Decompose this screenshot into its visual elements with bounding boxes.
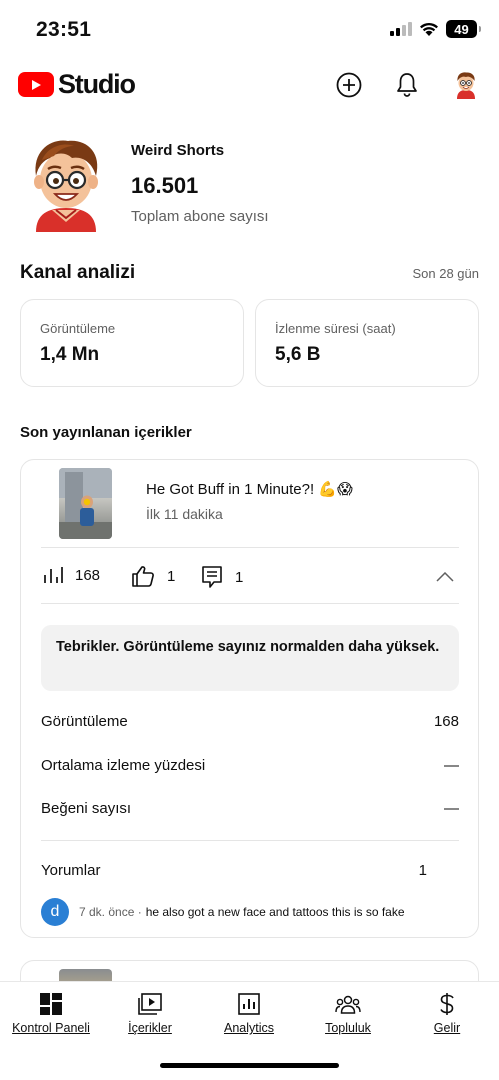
nav-label: Topluluk bbox=[325, 1021, 371, 1035]
analytics-period: Son 28 gün bbox=[412, 265, 479, 281]
likes-count: 1 bbox=[167, 567, 176, 585]
latest-comment[interactable]: d 7 dk. önce · he also got a new face an… bbox=[41, 898, 405, 926]
notifications-button[interactable] bbox=[393, 71, 421, 99]
status-icons: 49 bbox=[390, 20, 481, 38]
youtube-studio-logo[interactable]: Studio bbox=[18, 69, 136, 100]
comments-stat: 1 bbox=[201, 565, 243, 589]
bar-chart-icon bbox=[44, 567, 63, 583]
status-bar: 23:51 49 bbox=[0, 0, 499, 60]
analytics-icon bbox=[236, 992, 262, 1016]
subscriber-count: 16.501 bbox=[131, 173, 199, 198]
dashboard-icon bbox=[38, 992, 64, 1016]
recent-content-title: Son yayınlanan içerikler bbox=[20, 424, 192, 441]
add-circle-icon bbox=[336, 72, 362, 98]
thumbnail-image bbox=[59, 468, 112, 539]
youtube-play-icon bbox=[18, 72, 54, 97]
nav-item-content[interactable]: İçerikler bbox=[100, 982, 200, 1042]
divider bbox=[41, 547, 459, 548]
detail-value: — bbox=[444, 800, 459, 817]
channel-summary: Weird Shorts 16.501 Toplam abone sayısı bbox=[22, 136, 482, 232]
comments-row-count: 1 bbox=[418, 862, 427, 879]
cartoon-avatar-icon bbox=[457, 72, 475, 99]
detail-label: Görüntüleme bbox=[41, 713, 128, 730]
performance-notice: Tebrikler. Görüntüleme sayınız normalden… bbox=[41, 625, 459, 691]
metric-card-views[interactable]: Görüntüleme 1,4 Mn bbox=[20, 299, 244, 387]
detail-label: Ortalama izleme yüzdesi bbox=[41, 757, 206, 774]
dollar-icon bbox=[434, 992, 460, 1016]
nav-item-earn[interactable]: Gelir bbox=[397, 982, 497, 1042]
content-icon bbox=[137, 992, 163, 1016]
comment-text: he also got a new face and tattoos this … bbox=[145, 905, 405, 919]
community-icon bbox=[335, 992, 361, 1016]
thumbs-up-icon bbox=[132, 566, 154, 587]
video-thumbnail[interactable] bbox=[59, 468, 112, 539]
battery-level: 49 bbox=[454, 21, 469, 37]
detail-value: — bbox=[444, 757, 459, 774]
comment-icon bbox=[202, 566, 222, 588]
nav-label: İçerikler bbox=[128, 1021, 172, 1035]
cellular-signal-icon bbox=[390, 22, 412, 36]
create-button[interactable] bbox=[335, 71, 363, 99]
detail-label: Beğeni sayısı bbox=[41, 800, 132, 817]
metric-card-watch-time[interactable]: İzlenme süresi (saat) 5,6 B bbox=[255, 299, 479, 387]
comments-row[interactable]: Yorumlar 1 bbox=[41, 862, 427, 879]
views-stat: 168 bbox=[43, 565, 100, 585]
analytics-title: Kanal analizi bbox=[20, 262, 136, 283]
nav-item-analytics[interactable]: Analytics bbox=[199, 982, 299, 1042]
metric-value: 1,4 Mn bbox=[40, 344, 100, 365]
home-indicator bbox=[160, 1063, 339, 1068]
commenter-avatar: d bbox=[41, 898, 69, 926]
channel-name: Weird Shorts bbox=[131, 142, 225, 159]
logo-text: Studio bbox=[58, 69, 136, 99]
app-header: Studio bbox=[0, 62, 499, 108]
detail-row-views: Görüntüleme 168 bbox=[41, 713, 459, 730]
divider bbox=[41, 840, 459, 841]
account-avatar[interactable] bbox=[452, 71, 480, 99]
subscriber-label: Toplam abone sayısı bbox=[131, 208, 269, 225]
nav-item-dashboard[interactable]: Kontrol Paneli bbox=[1, 982, 101, 1042]
status-time: 23:51 bbox=[36, 18, 92, 41]
nav-label: Analytics bbox=[223, 1021, 275, 1035]
battery-icon: 49 bbox=[446, 20, 481, 38]
chevron-up-icon bbox=[436, 572, 454, 582]
detail-value: 168 bbox=[433, 713, 459, 730]
comments-count: 1 bbox=[235, 568, 244, 586]
divider bbox=[41, 603, 459, 604]
nav-label: Kontrol Paneli bbox=[12, 1021, 90, 1035]
nav-item-community[interactable]: Topluluk bbox=[298, 982, 398, 1042]
detail-row-avg-view-percentage: Ortalama izleme yüzdesi — bbox=[41, 757, 459, 774]
video-period: İlk 11 dakika bbox=[146, 506, 223, 522]
metric-label: Görüntüleme bbox=[40, 321, 116, 336]
comment-time: 7 dk. önce · bbox=[79, 905, 142, 919]
recent-video-card: He Got Buff in 1 Minute?! 💪😱 İlk 11 daki… bbox=[20, 459, 479, 938]
video-title[interactable]: He Got Buff in 1 Minute?! 💪😱 bbox=[146, 480, 353, 498]
analytics-header: Kanal analizi Son 28 gün bbox=[20, 262, 479, 284]
metric-label: İzlenme süresi (saat) bbox=[275, 321, 396, 336]
views-count: 168 bbox=[75, 566, 101, 584]
bell-icon bbox=[397, 73, 417, 97]
collapse-button[interactable] bbox=[431, 565, 459, 589]
detail-row-likes: Beğeni sayısı — bbox=[41, 800, 459, 817]
likes-stat: 1 bbox=[131, 565, 175, 587]
nav-label: Gelir bbox=[433, 1021, 461, 1035]
comments-label: Yorumlar bbox=[41, 862, 101, 879]
metric-value: 5,6 B bbox=[275, 344, 321, 365]
channel-avatar[interactable] bbox=[22, 136, 110, 232]
wifi-icon bbox=[420, 22, 438, 36]
